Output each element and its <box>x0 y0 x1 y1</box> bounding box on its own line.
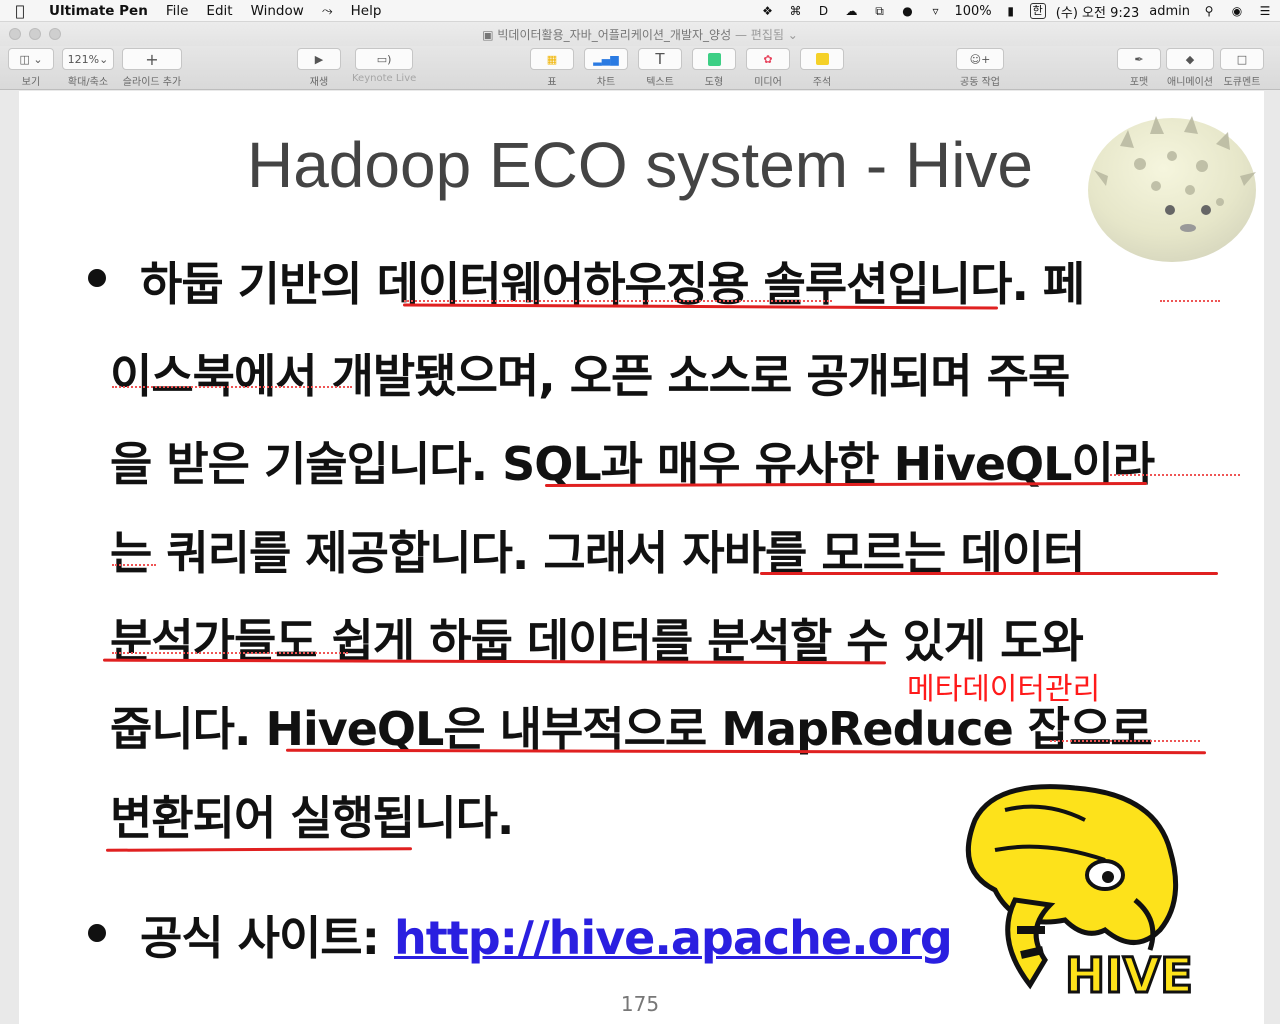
spellcheck-underline <box>112 564 156 566</box>
spellcheck-underline <box>112 386 352 388</box>
body-line-7[interactable]: 변환되어 실행됩니다. <box>110 782 514 848</box>
menu-window[interactable]: Window <box>242 3 313 19</box>
shape-icon <box>707 52 721 66</box>
sidebar-view-icon: ◫ ⌄ <box>19 52 43 66</box>
script-menu-icon[interactable]: ⤳ <box>313 3 342 19</box>
text-button[interactable]: T 텍스트 <box>638 48 682 88</box>
chart-button[interactable]: ▂▄▆ 차트 <box>584 48 628 88</box>
page-number: 175 <box>620 992 660 1016</box>
menu-help[interactable]: Help <box>342 3 391 19</box>
keynote-live-button[interactable]: ▭) Keynote Live <box>352 48 416 84</box>
edited-status: — 편집됨 <box>734 28 784 42</box>
bullet-point <box>88 269 106 287</box>
menu-edit[interactable]: Edit <box>197 3 241 19</box>
document-title[interactable]: ▣ 빅데이터활용_자바_어플리케이션_개발자_양성 — 편집됨 ⌄ <box>0 26 1280 43</box>
official-site-link[interactable]: http://hive.apache.org <box>394 911 953 965</box>
menu-file[interactable]: File <box>157 3 198 19</box>
app-menu[interactable]: Ultimate Pen <box>40 3 157 19</box>
play-icon: ▶ <box>314 52 324 66</box>
official-site-line[interactable]: 공식 사이트: http://hive.apache.org <box>140 902 953 968</box>
cloud-icon[interactable]: ☁ <box>842 4 860 18</box>
chat-icon[interactable]: ● <box>898 4 916 18</box>
collaborate-button[interactable]: ☺+ 공동 작업 <box>956 48 1004 88</box>
zoom-value: 121% <box>67 52 100 66</box>
red-underline-annotation <box>760 572 1218 575</box>
zoom-button[interactable]: 121% ⌄ 확대/축소 <box>62 48 114 88</box>
dropbox-icon[interactable]: ❖ <box>758 4 776 18</box>
menu-bar:  Ultimate Pen File Edit Window ⤳ Help ❖… <box>0 0 1280 22</box>
spellcheck-underline <box>404 300 832 302</box>
chevron-down-icon: ⌄ <box>99 52 109 66</box>
document-panel-icon: □ <box>1236 52 1248 66</box>
spellcheck-underline <box>1110 474 1240 476</box>
plus-icon: + <box>145 49 159 69</box>
hive-bee-elephant-logo: HIVE <box>965 784 1194 1002</box>
siri-icon[interactable]: ◉ <box>1228 4 1246 18</box>
animate-icon: ◆ <box>1185 52 1195 66</box>
apple-menu-icon[interactable]:  <box>0 2 40 20</box>
input-source-indicator[interactable]: 한 <box>1029 3 1046 19</box>
battery-percent: 100% <box>954 3 992 19</box>
spellcheck-underline <box>1160 300 1220 302</box>
text-icon: T <box>655 50 665 68</box>
spellcheck-underline <box>112 652 348 654</box>
animate-button[interactable]: ◆ 애니메이션 <box>1166 48 1214 88</box>
add-slide-button[interactable]: + 슬라이드 추가 <box>122 48 182 88</box>
document-icon: ▣ <box>482 28 494 42</box>
window-titlebar: ▣ 빅데이터활용_자바_어플리케이션_개발자_양성 — 편집됨 ⌄ <box>0 22 1280 46</box>
keynote-live-icon: ▭) <box>376 52 392 66</box>
spellcheck-underline <box>1050 740 1200 742</box>
spotlight-search-icon[interactable]: ⚲ <box>1200 4 1218 18</box>
body-line-2[interactable]: 이스북에서 개발됐으며, 오픈 소스로 공개되며 주목 <box>110 340 1070 406</box>
menubar-user[interactable]: admin <box>1149 4 1190 19</box>
title-chevron-icon: ⌄ <box>787 28 798 42</box>
hive-logo-text: HIVE <box>1065 948 1193 1002</box>
chart-icon: ▂▄▆ <box>593 52 619 66</box>
media-icon: ✿ <box>763 52 773 66</box>
document-title-text: 빅데이터활용_자바_어플리케이션_개발자_양성 <box>497 28 732 42</box>
comment-icon <box>815 53 829 65</box>
toolbar: ◫ ⌄ 보기 121% ⌄ 확대/축소 + 슬라이드 추가 ▶ 재생 ▭) Key… <box>0 46 1280 90</box>
paintbrush-icon: ✒ <box>1134 52 1144 66</box>
wifi-icon[interactable]: ▿ <box>926 4 944 18</box>
media-button[interactable]: ✿ 미디어 <box>746 48 790 88</box>
command-icon[interactable]: ⌘ <box>786 4 804 18</box>
document-button[interactable]: □ 도큐멘트 <box>1220 48 1264 88</box>
shape-button[interactable]: 도형 <box>692 48 736 88</box>
play-button[interactable]: ▶ 재생 <box>297 48 341 88</box>
battery-icon[interactable]: ▮ <box>1002 4 1020 18</box>
d-app-icon[interactable]: D <box>814 4 832 18</box>
bullet-point <box>88 924 106 942</box>
table-button[interactable]: ▦ 표 <box>530 48 574 88</box>
collaborate-icon: ☺+ <box>969 52 991 66</box>
notification-center-icon[interactable]: ☰ <box>1256 4 1274 18</box>
screen-share-icon[interactable]: ⧉ <box>870 4 888 18</box>
handwritten-annotation: 메타데이터관리 <box>907 672 1101 707</box>
view-button[interactable]: ◫ ⌄ 보기 <box>8 48 54 88</box>
official-site-label: 공식 사이트: <box>140 911 395 965</box>
menubar-clock[interactable]: (수) 오전 9:23 <box>1056 2 1139 21</box>
comment-button[interactable]: 주석 <box>800 48 844 88</box>
pufferfish-logo <box>1088 116 1256 262</box>
format-button[interactable]: ✒ 포맷 <box>1117 48 1161 88</box>
table-icon: ▦ <box>546 52 558 66</box>
